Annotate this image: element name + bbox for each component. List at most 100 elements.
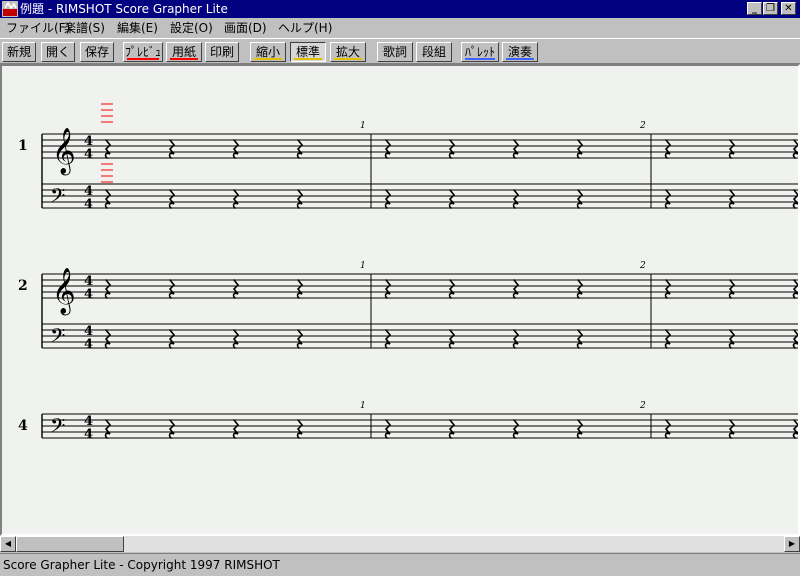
quarter-rest [728, 189, 736, 209]
preview-underline [127, 58, 159, 60]
quarter-rest [728, 139, 736, 159]
zoom-out-label: 縮小 [255, 45, 280, 59]
app-icon[interactable] [2, 1, 18, 17]
open-button[interactable]: 開く [41, 42, 75, 62]
quarter-rest [664, 279, 672, 299]
palette-button[interactable]: ﾊﾟﾚｯﾄ [461, 42, 499, 62]
quarter-rest [512, 419, 520, 439]
quarter-rest [448, 279, 456, 299]
quarter-rest [232, 189, 240, 209]
time-sig-denominator: 4 [84, 287, 93, 302]
zoom-out-button[interactable]: 縮小 [250, 42, 286, 62]
quarter-rest [512, 139, 520, 159]
play-underline [506, 58, 534, 60]
zoom-normal-underline [294, 58, 322, 60]
quarter-rest [296, 279, 304, 299]
print-button[interactable]: 印刷 [205, 42, 239, 62]
systems-label: 段組 [421, 45, 446, 59]
time-sig-denominator: 4 [84, 197, 93, 212]
quarter-rest [664, 189, 672, 209]
quarter-rest [168, 139, 176, 159]
menu-display[interactable]: 画面(D) [224, 21, 267, 35]
quarter-rest [168, 419, 176, 439]
quarter-rest [384, 419, 392, 439]
quarter-rest [384, 279, 392, 299]
play-button[interactable]: 演奏 [502, 42, 538, 62]
quarter-rest [728, 279, 736, 299]
treble-clef-icon: 𝄞 [52, 128, 76, 176]
quarter-rest [576, 279, 584, 299]
save-button[interactable]: 保存 [80, 42, 114, 62]
minimize-button[interactable]: _ [747, 2, 762, 15]
quarter-rest [104, 419, 112, 439]
quarter-rest [448, 189, 456, 209]
close-button[interactable]: ✕ [781, 2, 796, 15]
quarter-rest [168, 279, 176, 299]
systems-button[interactable]: 段組 [416, 42, 452, 62]
quarter-rest [792, 279, 798, 299]
menu-edit[interactable]: 編集(E) [117, 21, 158, 35]
quarter-rest [232, 329, 240, 349]
measure-number: 2 [639, 401, 646, 411]
score-svg[interactable]: 1 𝄞 44𝄢 441 22 𝄞 44𝄢 441 24 𝄢 441 2 [2, 66, 798, 534]
quarter-rest [232, 279, 240, 299]
zoom-normal-label: 標準 [295, 45, 320, 59]
lyrics-label: 歌詞 [382, 45, 407, 59]
measure-number: 1 [360, 121, 366, 131]
quarter-rest [792, 419, 798, 439]
scroll-right-button[interactable]: ▶ [784, 536, 800, 552]
quarter-rest [384, 139, 392, 159]
quarter-rest [792, 139, 798, 159]
quarter-rest [296, 419, 304, 439]
quarter-rest [384, 329, 392, 349]
quarter-rest [232, 419, 240, 439]
time-sig-denominator: 4 [84, 147, 93, 162]
paper-button[interactable]: 用紙 [166, 42, 202, 62]
quarter-rest [576, 139, 584, 159]
quarter-rest [296, 329, 304, 349]
quarter-rest [792, 329, 798, 349]
print-label: 印刷 [209, 45, 234, 59]
time-sig-denominator: 4 [84, 337, 93, 352]
quarter-rest [576, 419, 584, 439]
menu-file[interactable]: ファイル(F) [6, 21, 70, 35]
quarter-rest [296, 189, 304, 209]
menu-score[interactable]: 楽譜(S) [64, 21, 105, 35]
quarter-rest [512, 279, 520, 299]
play-label: 演奏 [507, 45, 532, 59]
toolbar: 新規 開く 保存 ﾌﾟﾚﾋﾞｭ 用紙 印刷 縮小 標準 拡大 歌詞 段組 ﾊﾟﾚ… [0, 38, 800, 64]
quarter-rest [448, 139, 456, 159]
title-bar: 例題 - RIMSHOT Score Grapher Lite _ ❐ ✕ [0, 0, 800, 18]
quarter-rest [104, 329, 112, 349]
menu-bar: ファイル(F) 楽譜(S) 編集(E) 設定(O) 画面(D) ヘルプ(H) [0, 18, 800, 38]
quarter-rest [104, 279, 112, 299]
quarter-rest [792, 189, 798, 209]
new-button[interactable]: 新規 [2, 42, 36, 62]
zoom-in-button[interactable]: 拡大 [330, 42, 366, 62]
palette-underline [465, 58, 495, 60]
restore-button[interactable]: ❐ [763, 2, 778, 15]
bass-clef-icon: 𝄢 [50, 414, 65, 442]
score-canvas[interactable]: 1 𝄞 4 4 𝄢 4 4 1 2 2 𝄞 4 4 𝄢 4 4 1 2 4 𝄢 4 4 1 2 [0, 64, 800, 536]
menu-settings[interactable]: 設定(O) [170, 21, 213, 35]
quarter-rest [664, 139, 672, 159]
lyrics-button[interactable]: 歌詞 [377, 42, 413, 62]
quarter-rest [448, 419, 456, 439]
quarter-rest [576, 329, 584, 349]
measure-number: 2 [639, 261, 646, 271]
bass-clef-icon: 𝄢 [50, 184, 65, 212]
horizontal-scrollbar[interactable]: ◀ ▶ [0, 536, 800, 552]
scroll-thumb[interactable] [16, 536, 124, 552]
system-number: 4 [18, 418, 28, 434]
quarter-rest [232, 139, 240, 159]
quarter-rest [448, 329, 456, 349]
status-text: Score Grapher Lite - Copyright 1997 RIMS… [3, 558, 280, 572]
measure-number: 2 [639, 121, 646, 131]
open-label: 開く [45, 45, 70, 59]
menu-help[interactable]: ヘルプ(H) [278, 21, 332, 35]
zoom-normal-button[interactable]: 標準 [290, 42, 326, 62]
time-sig-denominator: 4 [84, 427, 93, 442]
quarter-rest [728, 329, 736, 349]
scroll-left-button[interactable]: ◀ [0, 536, 16, 552]
preview-button[interactable]: ﾌﾟﾚﾋﾞｭ [123, 42, 163, 62]
